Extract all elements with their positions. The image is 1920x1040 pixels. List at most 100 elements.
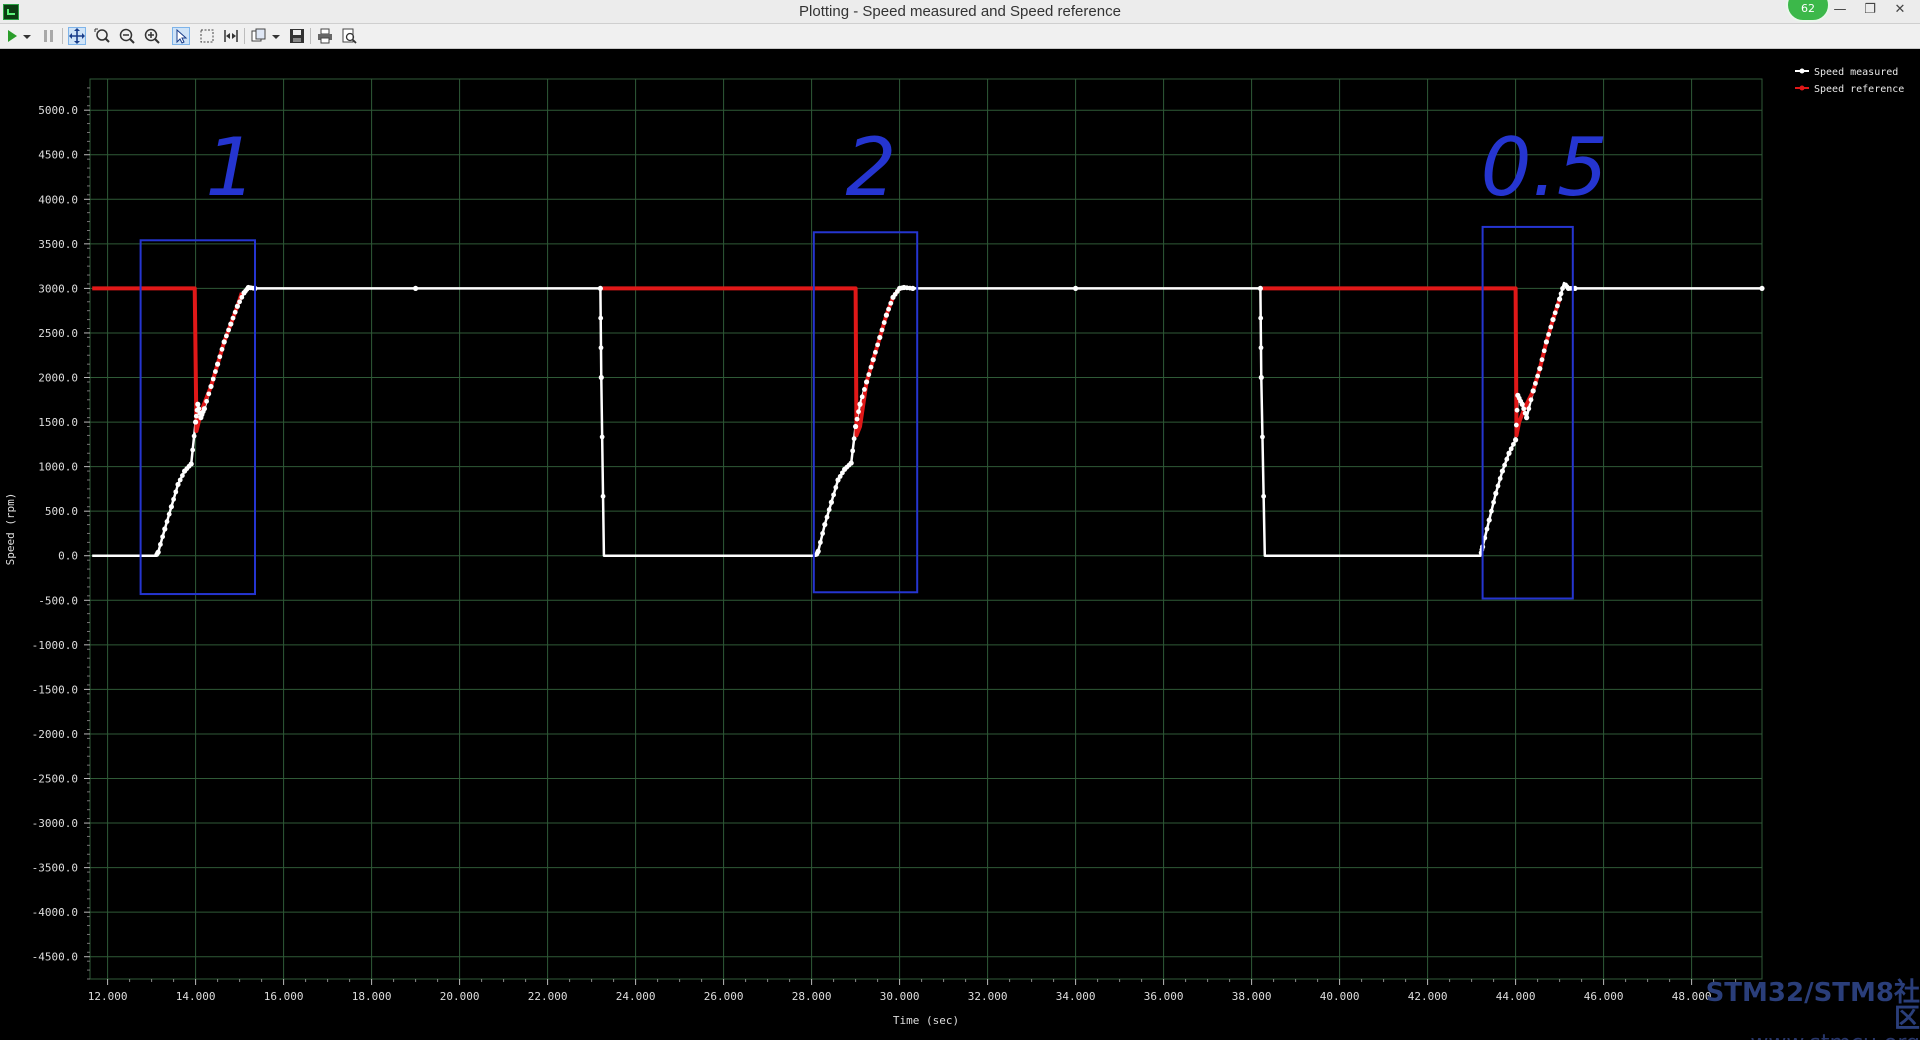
y-tick-label: -500.0 [38,594,78,607]
speed-measured-point [818,539,823,545]
speed-measured-point [1543,339,1549,345]
speed-chart[interactable]: 12.000 14.000 16.000 18.000 20.000 22.000 24.0… [0,49,1920,1040]
speed-measured-point [1546,332,1551,337]
x-tick-label: 40.000 [1320,990,1360,1003]
annotation-label: 1 [205,121,256,214]
speed-measured-point [815,550,820,556]
speed-measured-point [840,470,845,476]
speed-measured-point [204,398,210,404]
speed-measured-point [237,299,243,305]
speed-measured-point [850,448,856,454]
speed-measured-point [219,346,225,352]
speed-measured-point [166,511,172,517]
speed-measured-point [168,504,174,510]
speed-measured-point [180,473,185,478]
pause-icon[interactable] [40,27,58,45]
speed-measured-point [883,312,890,318]
zoom-out-icon[interactable] [118,27,136,45]
x-tick-label: 22.000 [528,990,568,1003]
y-tick-label: 4500.0 [38,149,78,162]
speed-measured-point [1504,456,1510,462]
speed-measured-point [210,376,216,382]
speed-measured-point [1495,483,1501,489]
measure-icon[interactable] [222,27,240,45]
toolbar [0,24,1920,49]
y-tick-label: 1000.0 [38,461,78,474]
speed-measured-point [1258,374,1264,381]
speed-measured-point [881,320,887,325]
speed-measured-point [215,361,221,367]
legend-label: Speed measured [1814,67,1898,78]
speed-measured-point [1522,410,1528,416]
x-tick-label: 24.000 [616,990,656,1003]
speed-measured-point [217,354,223,360]
speed-measured-point [1537,366,1543,372]
speed-measured-point [1555,303,1560,309]
speed-measured-point [856,409,861,415]
print-preview-icon[interactable] [340,27,358,45]
speed-measured-point [1493,490,1499,496]
speed-measured-point [1491,499,1496,505]
speed-measured-point [1261,493,1267,499]
select-arrow-icon[interactable] [172,27,190,45]
toolbar-separator [62,28,63,44]
speed-measured-point [826,507,832,513]
speed-measured-point [1550,316,1556,323]
x-tick-label: 14.000 [176,990,216,1003]
speed-measured-point [862,386,867,392]
speed-measured-point [1541,348,1547,354]
speed-measured-point [1489,508,1494,514]
speed-measured-point [828,499,835,505]
print-icon[interactable] [316,27,334,45]
selection-rect-icon[interactable] [198,27,216,45]
watermark-line-2: www.stmcu.org [1680,1032,1920,1040]
close-button[interactable]: ✕ [1885,0,1915,20]
y-tick-label: -3000.0 [32,817,78,830]
x-tick-label: 30.000 [880,990,920,1003]
speed-measured-point [598,374,604,381]
x-tick-label: 42.000 [1408,990,1448,1003]
speed-measured-point [1484,526,1490,532]
speed-measured-point [886,306,891,312]
dropdown-arrow-icon[interactable] [21,27,33,45]
restore-button[interactable]: ❐ [1855,0,1885,20]
speed-measured-point [1530,388,1536,394]
speed-measured-point [1514,407,1520,413]
plot-area[interactable]: 12.000 14.000 16.000 18.000 20.000 22.000 24.0… [0,49,1920,1040]
x-tick-label: 34.000 [1056,990,1096,1003]
zoom-in-icon[interactable] [143,27,161,45]
copy-icon[interactable] [250,27,268,45]
save-icon[interactable] [288,27,306,45]
pan-icon[interactable] [68,27,86,45]
speed-measured-point [859,394,865,400]
speed-measured-point [599,434,605,440]
dropdown-arrow-icon[interactable] [270,27,282,45]
speed-measured-point [1528,397,1534,403]
speed-measured-point [162,526,168,532]
speed-measured-point [171,496,177,502]
speed-measured-point [1258,345,1264,351]
speed-measured-point [1508,446,1514,452]
speed-measured-point [1513,422,1519,428]
annotation-label: 2 [846,121,897,214]
x-tick-label: 20.000 [440,990,480,1003]
y-tick-label: 4000.0 [38,193,78,206]
legend-label: Speed reference [1814,84,1904,95]
speed-measured-point [1486,517,1492,523]
zoom-fit-icon[interactable] [93,27,111,45]
y-tick-label: -1500.0 [32,683,78,696]
speed-measured-point [1539,357,1545,363]
speed-measured-point [224,333,229,339]
minimize-button[interactable]: — [1825,0,1855,20]
speed-measured-point [822,521,828,528]
play-icon[interactable] [3,27,21,45]
speed-measured-point [413,285,419,292]
x-tick-label: 16.000 [264,990,304,1003]
speed-measured-point [191,433,197,439]
x-tick-label: 38.000 [1232,990,1272,1003]
speed-measured-point [230,315,236,321]
toolbar-separator [310,28,311,44]
speed-measured-point [877,334,883,341]
y-tick-label: -3500.0 [32,862,78,875]
speed-measured-point [177,477,183,483]
